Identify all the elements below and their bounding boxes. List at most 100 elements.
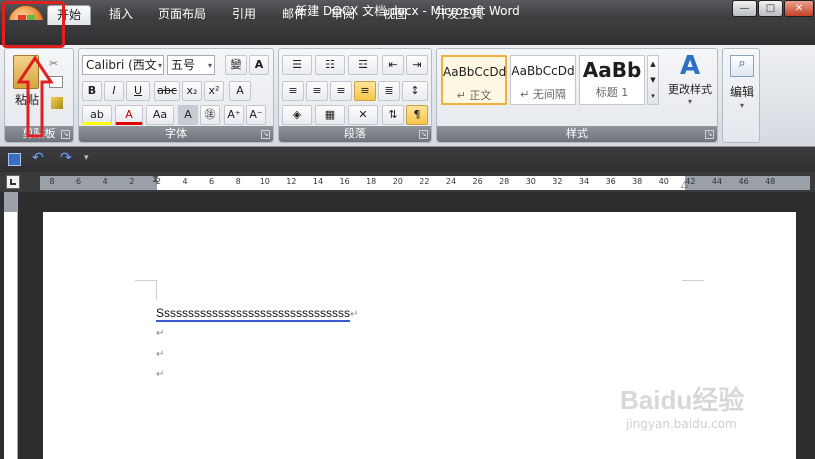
highlight-button[interactable]: ab bbox=[82, 105, 112, 125]
character-shading-button[interactable]: A bbox=[178, 105, 198, 125]
italic-button[interactable]: I bbox=[104, 81, 124, 101]
change-styles-label: 更改样式 bbox=[668, 83, 712, 96]
phonetic-guide-button[interactable]: 變 bbox=[225, 55, 247, 75]
font-color-button[interactable]: A bbox=[115, 105, 143, 125]
ruler-tick-label: 42 bbox=[685, 177, 696, 186]
close-button[interactable]: ✕ bbox=[784, 0, 814, 17]
style-normal-name: ↵ 正文 bbox=[456, 89, 492, 102]
bullets-button[interactable]: ☰ bbox=[282, 55, 312, 75]
change-styles-button[interactable]: A 更改样式 ▾ bbox=[665, 51, 715, 123]
clear-formatting-button[interactable]: A bbox=[229, 81, 251, 101]
ruler-tick-label: 14 bbox=[312, 177, 324, 186]
style-heading-1[interactable]: AaBb 标题 1 bbox=[579, 55, 645, 105]
font-size-dropdown-icon[interactable]: ▾ bbox=[208, 61, 212, 70]
paragraph-group-label: 段落 bbox=[279, 126, 431, 142]
up-arrow-annotation bbox=[17, 56, 53, 138]
ruler-tick-label: 4 bbox=[182, 177, 188, 186]
numbering-button[interactable]: ☷ bbox=[315, 55, 345, 75]
styles-launcher-icon[interactable]: ↘ bbox=[705, 130, 714, 139]
ruler-tick-label: 10 bbox=[259, 177, 270, 186]
paragraph-launcher-icon[interactable]: ↘ bbox=[419, 130, 428, 139]
tab-mailings[interactable]: 邮件 bbox=[273, 5, 315, 25]
ruler-tick-label: 8 bbox=[49, 177, 55, 186]
change-case-button[interactable]: Aa bbox=[146, 105, 174, 125]
font-name-input[interactable]: Calibri (西文 bbox=[82, 55, 164, 75]
document-line-1[interactable]: Ssssssssssssssssssssssssssssssss↵ bbox=[156, 306, 358, 322]
watermark: Baidu经验 jingyan.baidu.com bbox=[620, 380, 810, 440]
ruler-tick-label: 36 bbox=[605, 177, 616, 186]
ruler-tick-label: 6 bbox=[76, 177, 82, 186]
decrease-indent-button[interactable]: ⇤ bbox=[382, 55, 404, 75]
justify-button[interactable]: ≡ bbox=[354, 81, 376, 101]
change-styles-dropdown-icon: ▾ bbox=[687, 97, 692, 106]
styles-group: AaBbCcDd ↵ 正文 AaBbCcDd ↵ 无间隔 AaBb 标题 1 ▲… bbox=[436, 48, 718, 143]
tab-developer[interactable]: 开发工具 bbox=[425, 5, 493, 25]
style-heading-1-sample: AaBb bbox=[582, 58, 642, 82]
align-right-button[interactable]: ≡ bbox=[330, 81, 352, 101]
style-heading-1-name: 标题 1 bbox=[595, 86, 629, 99]
borders-button[interactable]: ▦ bbox=[315, 105, 345, 125]
watermark-url: jingyan.baidu.com bbox=[626, 417, 737, 431]
shrink-font-button[interactable]: A⁻ bbox=[246, 105, 266, 125]
font-name-dropdown-icon[interactable]: ▾ bbox=[158, 61, 162, 70]
find-icon[interactable]: ⌕ bbox=[730, 55, 754, 77]
superscript-button[interactable]: x² bbox=[204, 81, 224, 101]
bold-button[interactable]: B bbox=[82, 81, 102, 101]
underline-button[interactable]: U bbox=[126, 81, 150, 101]
ruler-tick-label: 38 bbox=[632, 177, 643, 186]
font-name-value: Calibri (西文 bbox=[86, 58, 157, 72]
minimize-button[interactable]: — bbox=[732, 0, 757, 17]
horizontal-ruler[interactable]: ⧗ △ 8 6 4 2 2 4 6 8 10 12 14 16 18 20 22 24 26 28 30 32 34 36… bbox=[40, 174, 810, 190]
align-left-button[interactable]: ≡ bbox=[282, 81, 304, 101]
ruler-tick-label: 2 bbox=[155, 177, 161, 186]
tab-page-layout[interactable]: 页面布局 bbox=[147, 5, 217, 25]
style-no-spacing[interactable]: AaBbCcDd ↵ 无间隔 bbox=[510, 55, 576, 105]
grow-font-button[interactable]: A⁺ bbox=[224, 105, 244, 125]
font-size-value: 五号 bbox=[171, 58, 196, 72]
vertical-ruler-margin bbox=[4, 192, 17, 212]
watermark-logo: Baidu经验 bbox=[620, 385, 745, 415]
subscript-button[interactable]: x₂ bbox=[182, 81, 202, 101]
tab-selector-icon[interactable] bbox=[6, 175, 20, 189]
styles-group-label: 样式 bbox=[437, 126, 717, 142]
align-center-button[interactable]: ≡ bbox=[306, 81, 328, 101]
save-icon[interactable] bbox=[8, 153, 21, 166]
redo-icon[interactable]: ↷ bbox=[60, 150, 72, 166]
editing-dropdown-icon[interactable]: ▾ bbox=[723, 101, 761, 110]
shading-button[interactable]: ◈ bbox=[282, 105, 312, 125]
style-normal-sample: AaBbCcDd bbox=[443, 65, 507, 79]
tab-insert[interactable]: 插入 bbox=[100, 5, 142, 25]
increase-indent-button[interactable]: ⇥ bbox=[406, 55, 428, 75]
multilevel-list-button[interactable]: ☲ bbox=[348, 55, 378, 75]
ruler-tick-label: 46 bbox=[738, 177, 749, 186]
clipboard-launcher-icon[interactable]: ↘ bbox=[61, 130, 70, 139]
ruler-tick-label: 12 bbox=[286, 177, 297, 186]
maximize-button[interactable]: □ bbox=[758, 0, 783, 17]
ruler-tick-label: 22 bbox=[419, 177, 430, 186]
strikethrough-button[interactable]: abc bbox=[154, 81, 180, 101]
style-no-spacing-sample: AaBbCcDd bbox=[511, 64, 575, 78]
ruler-tick-label: 44 bbox=[711, 177, 723, 186]
ruler-tick-label: 8 bbox=[235, 177, 241, 186]
style-normal[interactable]: AaBbCcDd ↵ 正文 bbox=[441, 55, 507, 105]
styles-scroll[interactable]: ▲ ▼ ▾ bbox=[647, 55, 659, 105]
editing-label[interactable]: 编辑 bbox=[723, 83, 761, 100]
line-spacing-button[interactable]: ↕ bbox=[402, 81, 428, 101]
font-launcher-icon[interactable]: ↘ bbox=[261, 130, 270, 139]
character-border-button[interactable]: A bbox=[249, 55, 269, 75]
margin-corner-top-right bbox=[682, 280, 704, 281]
undo-icon[interactable]: ↶ bbox=[32, 150, 44, 166]
show-marks-button[interactable]: ¶ bbox=[406, 105, 428, 125]
vertical-ruler[interactable] bbox=[4, 192, 18, 459]
tab-references[interactable]: 引用 bbox=[224, 5, 264, 25]
ruler-tick-label: 24 bbox=[445, 177, 457, 186]
customize-toolbar-icon[interactable]: ▾ bbox=[84, 153, 89, 163]
paragraph-mark: ↵ bbox=[156, 349, 165, 360]
enclose-characters-button[interactable]: ㊟ bbox=[200, 105, 220, 125]
chinese-layout-button[interactable]: ✕ bbox=[348, 105, 378, 125]
tab-view[interactable]: 视图 bbox=[374, 5, 416, 25]
paragraph-group: ☰ ☷ ☲ ⇤ ⇥ ≡ ≡ ≡ ≡ ≣ ↕ ◈ ▦ ✕ ⇅ ¶ 段落 ↘ bbox=[278, 48, 432, 143]
sort-button[interactable]: ⇅ bbox=[382, 105, 404, 125]
distributed-button[interactable]: ≣ bbox=[378, 81, 400, 101]
tab-review[interactable]: 审阅 bbox=[322, 5, 364, 25]
